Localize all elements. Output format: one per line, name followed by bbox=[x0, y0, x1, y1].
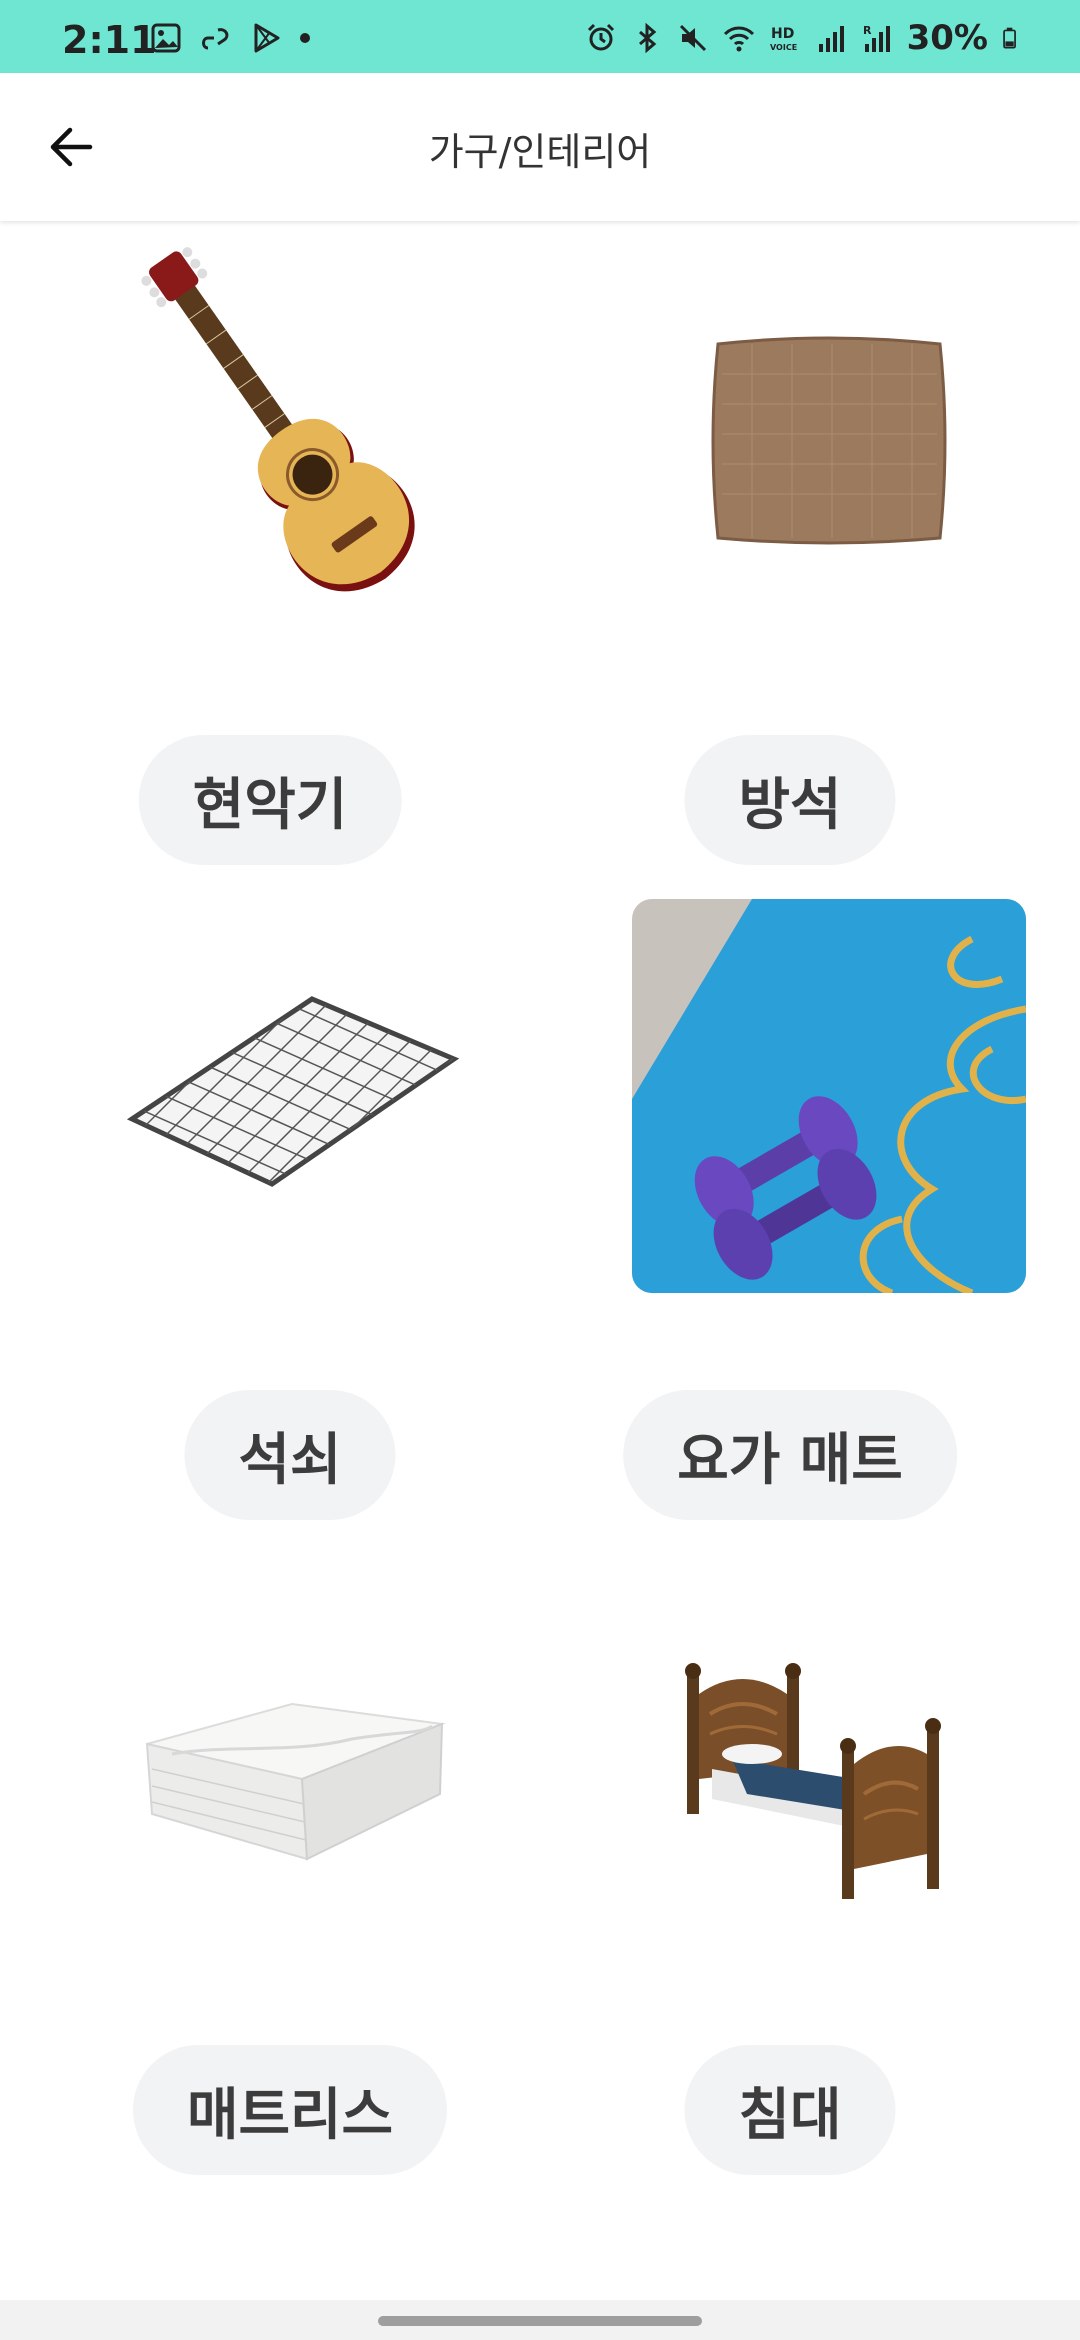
svg-text:R: R bbox=[863, 24, 872, 37]
image-icon bbox=[151, 23, 181, 53]
signal-icon bbox=[818, 26, 844, 52]
signal-r-icon: R bbox=[863, 24, 890, 52]
mute-icon bbox=[679, 24, 706, 52]
alarm-icon bbox=[587, 23, 614, 51]
status-bar: 2:11 HD VOICE R 30% bbox=[0, 0, 1080, 73]
battery-icon bbox=[1003, 27, 1016, 49]
category-label[interactable]: 방석 bbox=[684, 735, 896, 865]
play-store-icon bbox=[254, 23, 280, 53]
mattress-image bbox=[92, 1554, 486, 1948]
app-bar: 가구/인테리어 bbox=[0, 73, 1080, 221]
battery-percent: 30% bbox=[906, 18, 988, 58]
category-label[interactable]: 현악기 bbox=[138, 735, 402, 865]
wifi-icon bbox=[723, 26, 754, 52]
status-left-icons bbox=[150, 22, 310, 54]
grid-item[interactable]: 요가 매트 bbox=[540, 876, 1080, 1531]
svg-text:VOICE: VOICE bbox=[770, 43, 797, 52]
grill-grate-image bbox=[92, 899, 486, 1293]
bluetooth-icon bbox=[638, 22, 656, 54]
link-icon bbox=[202, 28, 229, 50]
svg-text:HD: HD bbox=[771, 26, 794, 42]
status-time: 2:11 bbox=[62, 18, 157, 62]
notification-dot bbox=[300, 33, 310, 43]
yoga-mat-image bbox=[632, 899, 1026, 1293]
category-label[interactable]: 요가 매트 bbox=[623, 1390, 957, 1520]
status-right-icons: HD VOICE R 30% bbox=[585, 18, 1024, 58]
bed-image bbox=[632, 1554, 1026, 1948]
guitar-image bbox=[92, 244, 486, 638]
category-label[interactable]: 석쇠 bbox=[184, 1390, 396, 1520]
category-label[interactable]: 침대 bbox=[684, 2045, 896, 2175]
cushion-image bbox=[632, 244, 1026, 638]
page-title: 가구/인테리어 bbox=[428, 130, 652, 174]
hd-voice-icon: HDVOICE bbox=[770, 26, 797, 52]
grid-item[interactable]: 현악기 bbox=[0, 221, 540, 876]
grid-item[interactable]: 매트리스 bbox=[0, 1531, 540, 2186]
home-indicator[interactable] bbox=[378, 2316, 702, 2326]
grid-item[interactable]: 방석 bbox=[540, 221, 1080, 876]
grid-item[interactable]: 석쇠 bbox=[0, 876, 540, 1531]
category-label[interactable]: 매트리스 bbox=[132, 2045, 448, 2175]
grid-item[interactable]: 침대 bbox=[540, 1531, 1080, 2186]
